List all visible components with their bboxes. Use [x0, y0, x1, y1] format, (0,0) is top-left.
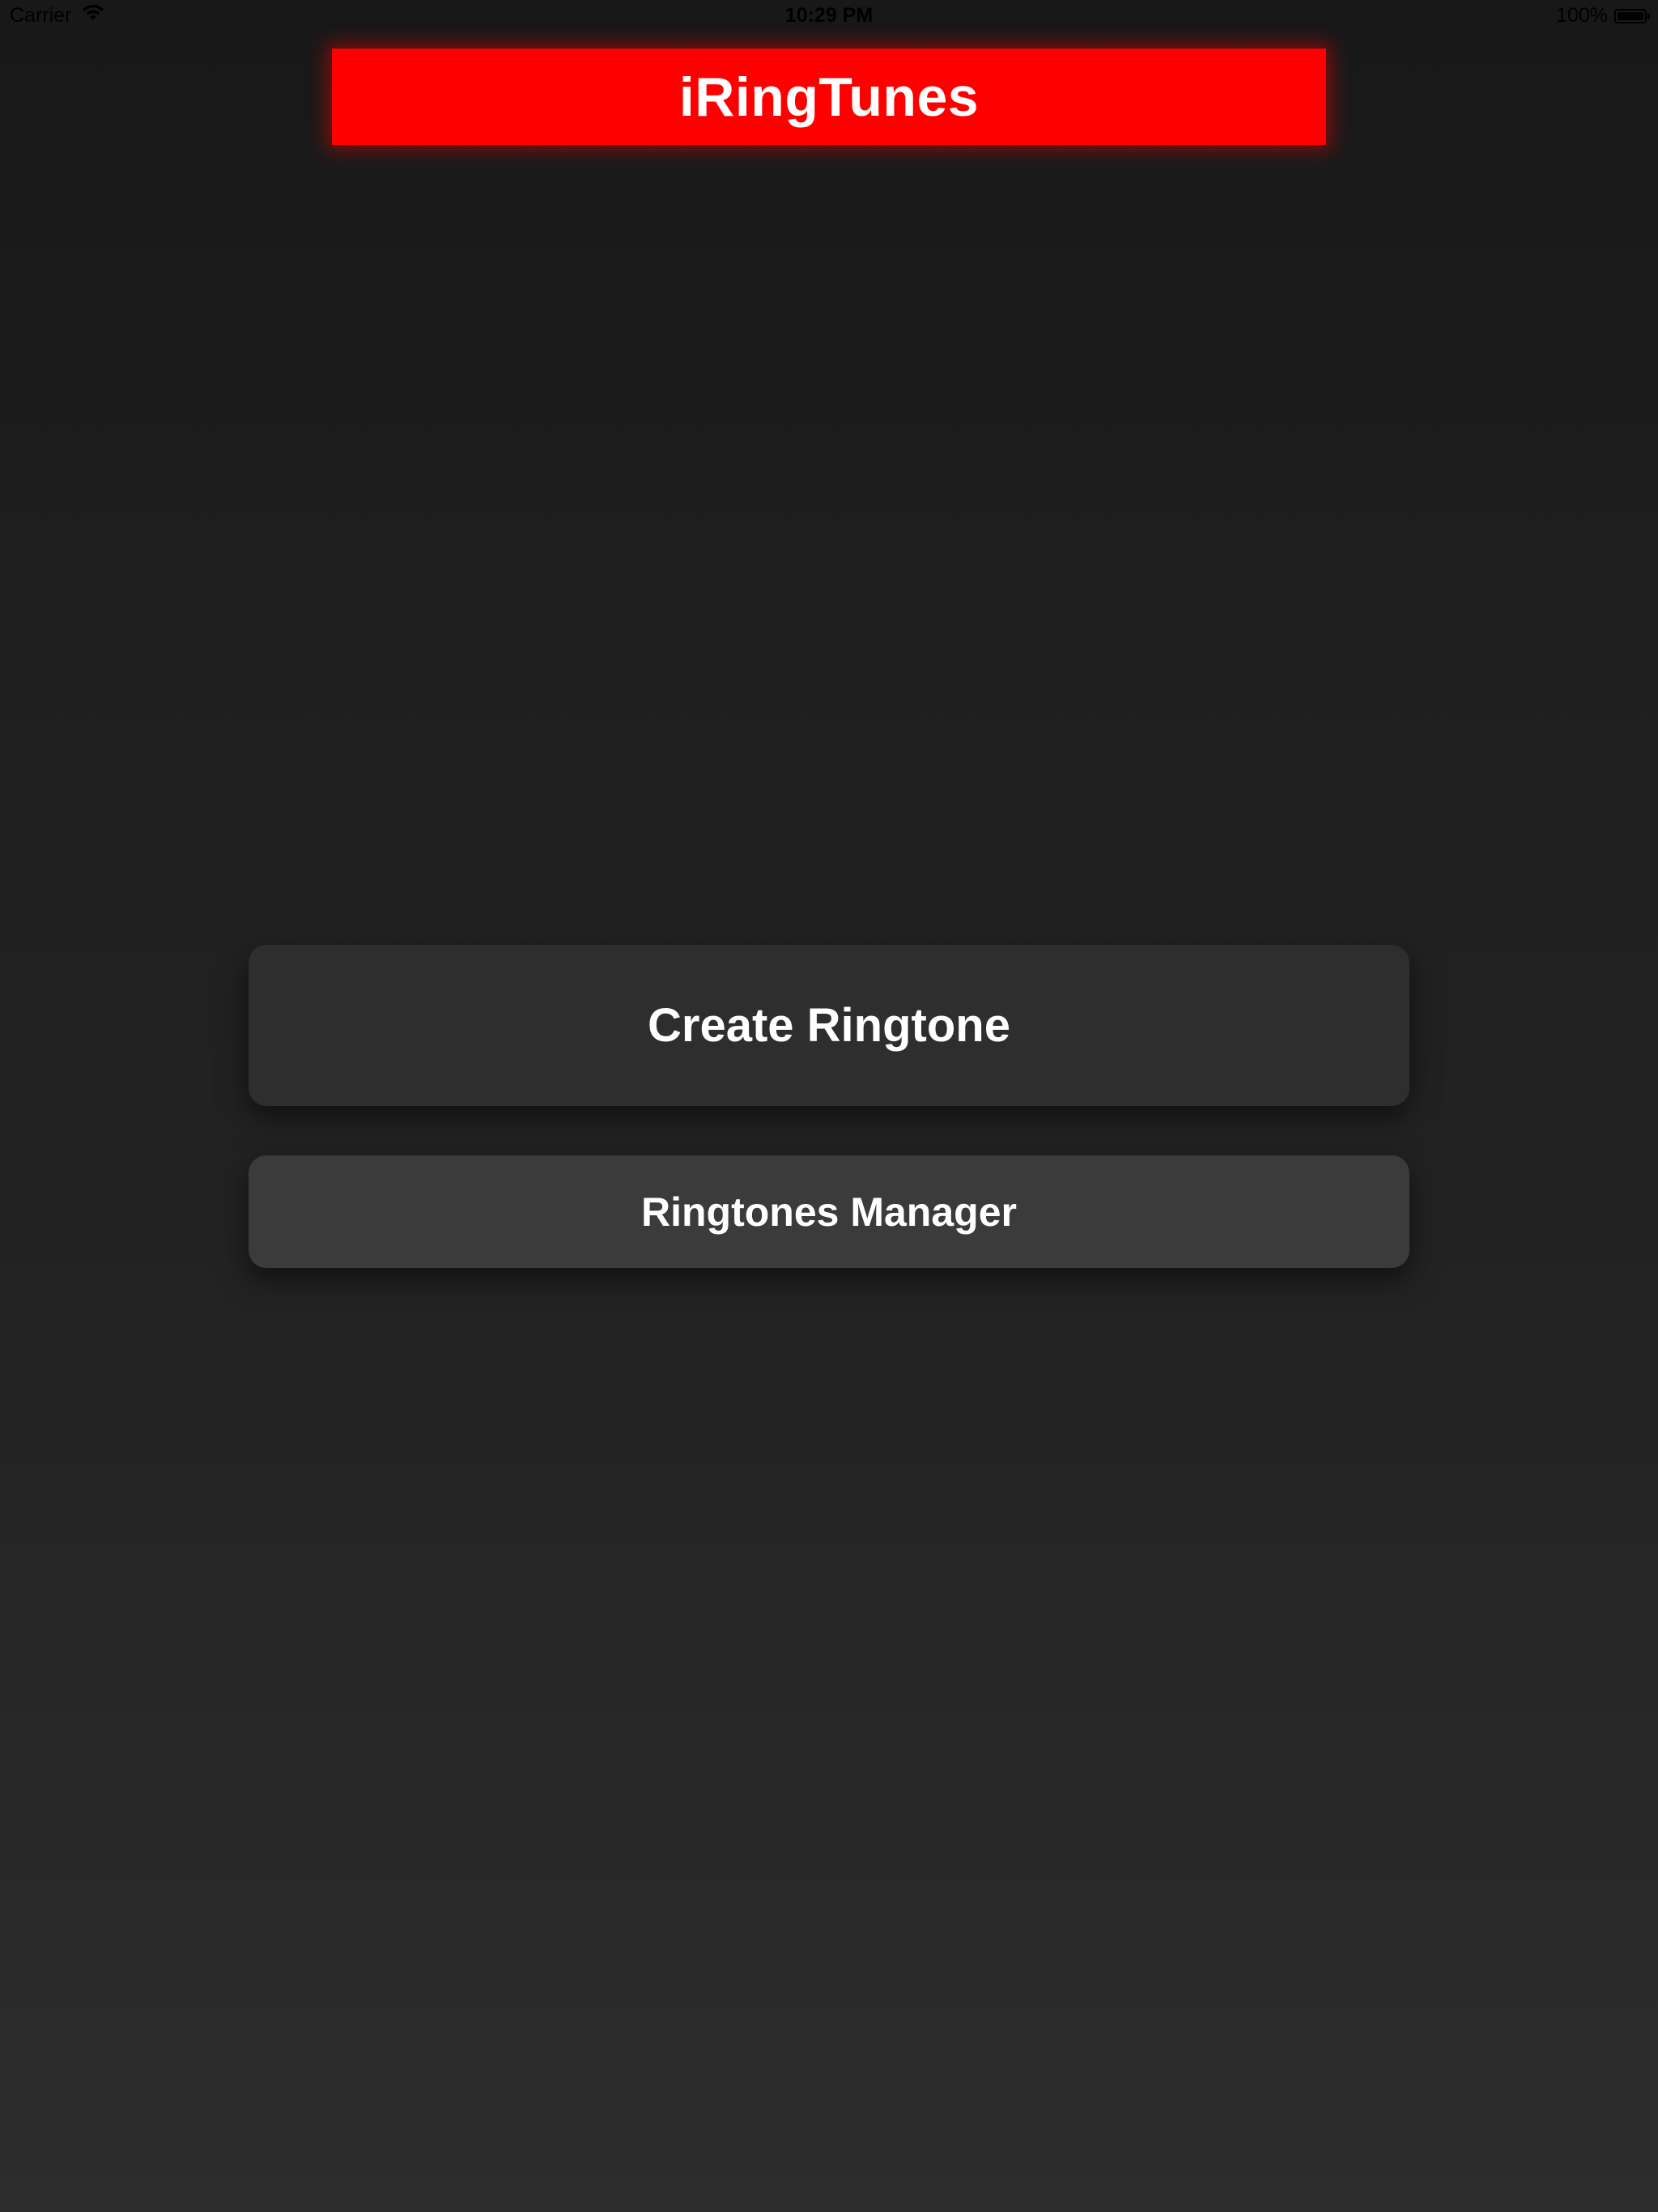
status-time: 10:29 PM [784, 4, 874, 27]
status-bar: Carrier 10:29 PM 100% [0, 0, 1658, 32]
ringtones-manager-label: Ringtones Manager [641, 1189, 1017, 1235]
create-ringtone-button[interactable]: Create Ringtone [249, 945, 1409, 1106]
battery-icon [1614, 8, 1650, 23]
status-battery: 100% [1556, 4, 1650, 28]
title-banner: iRingTunes [332, 49, 1326, 145]
ringtones-manager-button[interactable]: Ringtones Manager [249, 1155, 1409, 1268]
battery-percent: 100% [1556, 4, 1608, 27]
app-title: iRingTunes [678, 66, 980, 128]
create-ringtone-label: Create Ringtone [648, 999, 1010, 1052]
